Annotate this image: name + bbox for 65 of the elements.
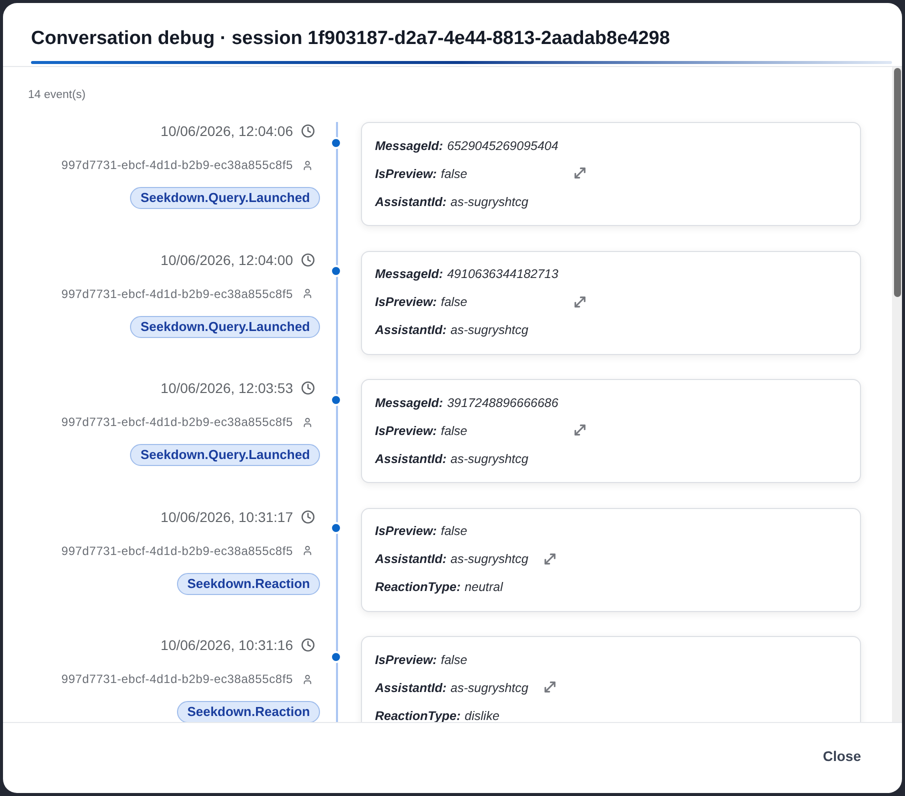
field-value: as-sugryshtcg — [450, 194, 528, 211]
expand-icon[interactable] — [572, 422, 588, 438]
field-label: IsPreview: — [375, 294, 437, 312]
event-timestamp: 10/06/2026, 12:04:00 — [160, 250, 293, 268]
user-id: 997d7731-ebcf-4d1d-b2b9-ec38a855c8f5 — [61, 414, 293, 430]
event-timestamp: 10/06/2026, 10:31:16 — [160, 636, 293, 654]
event-timestamp: 10/06/2026, 12:03:53 — [160, 379, 293, 397]
user-icon — [302, 288, 313, 299]
scrollbar-thumb[interactable] — [894, 68, 900, 297]
clock-icon — [301, 510, 315, 524]
field-label: AssistantId: — [375, 450, 447, 468]
event-type-badge: Seekdown.Query.Launched — [130, 444, 320, 466]
field-value: dislike — [464, 708, 500, 722]
field-label: AssistantId: — [375, 551, 447, 568]
field-label: MessageId: — [375, 394, 444, 412]
field-label: ReactionType: — [375, 579, 461, 596]
event-timestamp: 10/06/2026, 12:04:06 — [160, 122, 293, 140]
dialog-title: Conversation debug · session 1f903187-d2a7-4e44-8813-2aadab8e4298 — [31, 27, 671, 51]
event-type-badge: Seekdown.Reaction — [177, 572, 320, 594]
clock-icon — [301, 252, 315, 266]
field-value: 3917248896666686 — [447, 394, 558, 412]
field-value: false — [440, 422, 468, 440]
close-button[interactable]: Close — [812, 740, 871, 772]
field-value: as-sugryshtcg — [450, 680, 528, 697]
event-timestamp: 10/06/2026, 10:31:17 — [160, 508, 293, 526]
event-type-badge: Seekdown.Query.Launched — [130, 187, 320, 209]
user-id: 997d7731-ebcf-4d1d-b2b9-ec38a855c8f5 — [61, 542, 293, 558]
clock-icon — [301, 638, 315, 652]
event-count: 14 event(s) — [28, 88, 87, 103]
expand-icon[interactable] — [542, 679, 558, 695]
field-label: AssistantId: — [375, 680, 447, 697]
user-icon — [302, 416, 313, 428]
field-label: IsPreview: — [375, 166, 437, 183]
user-icon — [302, 545, 313, 556]
expand-icon[interactable] — [542, 550, 558, 566]
field-label: AssistantId: — [375, 194, 447, 211]
field-label: MessageId: — [375, 266, 444, 284]
field-value: false — [440, 166, 468, 183]
field-value: false — [440, 523, 468, 540]
field-value: 6529045269095404 — [447, 138, 558, 155]
field-value: as-sugryshtcg — [450, 551, 528, 568]
scrollbar[interactable] — [892, 67, 902, 722]
user-id: 997d7731-ebcf-4d1d-b2b9-ec38a855c8f5 — [61, 157, 293, 173]
field-label: ReactionType: — [375, 708, 461, 722]
user-id: 997d7731-ebcf-4d1d-b2b9-ec38a855c8f5 — [61, 286, 293, 302]
field-value: 4910636344182713 — [447, 266, 558, 284]
field-value: neutral — [464, 579, 503, 596]
field-label: MessageId: — [375, 138, 444, 155]
field-value: as-sugryshtcg — [450, 322, 528, 340]
expand-icon[interactable] — [572, 165, 588, 181]
event-type-badge: Seekdown.Reaction — [177, 701, 320, 722]
user-icon — [302, 674, 313, 684]
field-label: IsPreview: — [375, 523, 437, 540]
field-value: false — [440, 294, 468, 312]
expand-icon[interactable] — [572, 294, 588, 310]
user-icon — [302, 160, 313, 170]
field-label: AssistantId: — [375, 322, 447, 340]
clock-icon — [301, 381, 315, 395]
user-id: 997d7731-ebcf-4d1d-b2b9-ec38a855c8f5 — [61, 671, 293, 687]
field-value: as-sugryshtcg — [450, 450, 528, 468]
event-type-badge: Seekdown.Query.Launched — [130, 316, 320, 338]
field-value: false — [440, 652, 468, 669]
field-label: IsPreview: — [375, 652, 437, 669]
field-label: IsPreview: — [375, 422, 437, 440]
clock-icon — [301, 124, 315, 138]
